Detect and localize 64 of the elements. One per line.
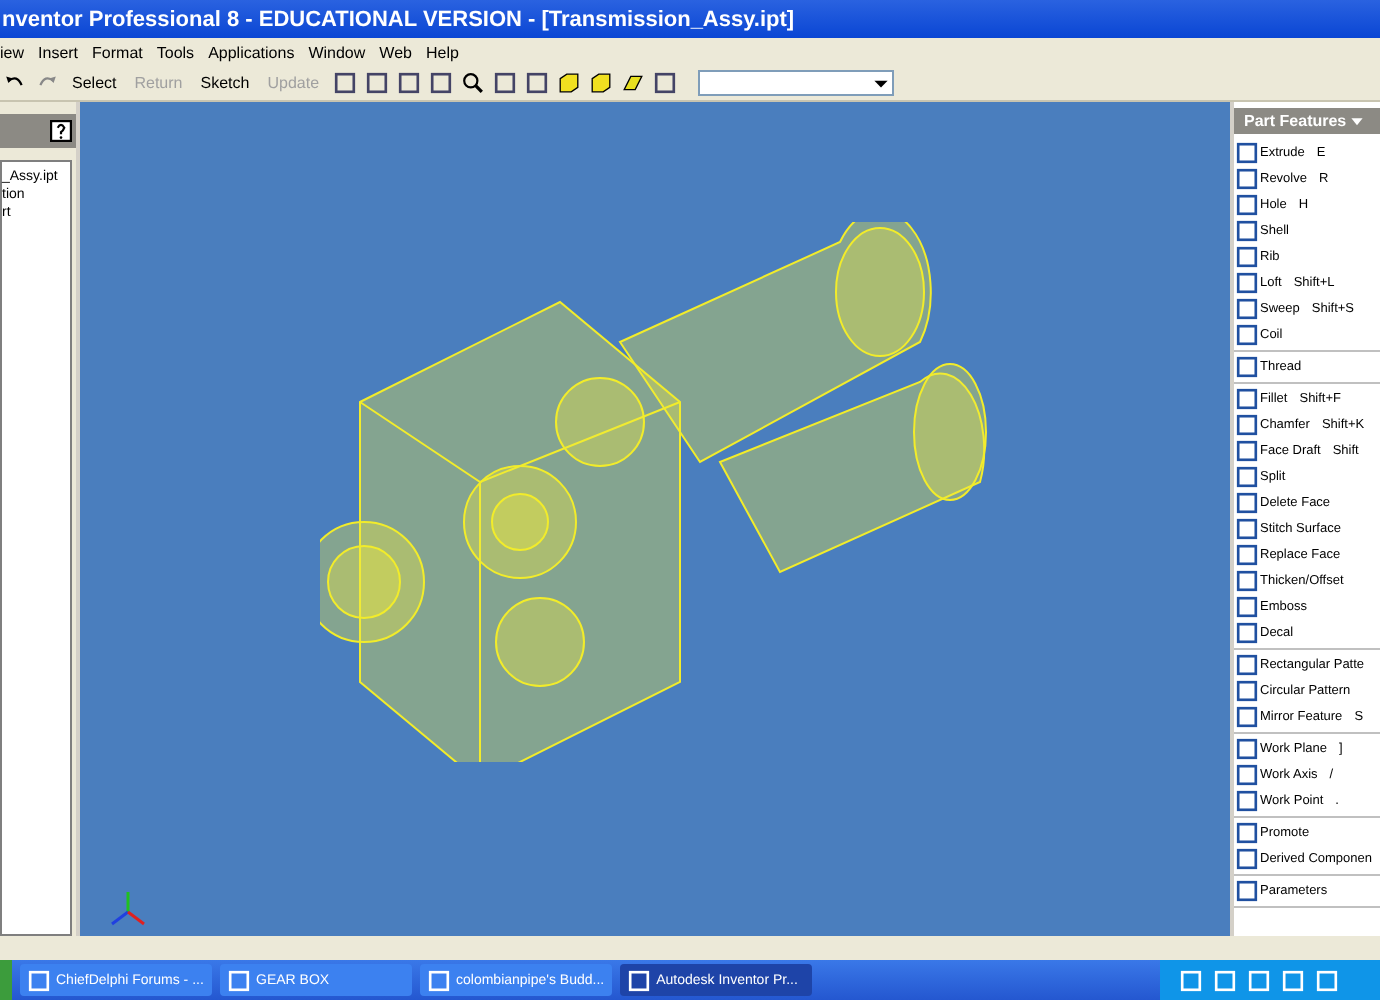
axis-triad-icon xyxy=(108,888,148,928)
menu-item[interactable]: Applications xyxy=(208,43,295,61)
feature-icon xyxy=(1236,168,1258,190)
tool-icon xyxy=(333,72,356,94)
feature-icon xyxy=(1236,356,1258,378)
toolbar-button[interactable]: Select xyxy=(68,74,121,92)
feature-icon xyxy=(1236,466,1258,488)
tray-icon xyxy=(1282,969,1304,991)
tool-icon xyxy=(493,72,516,94)
feature-icon xyxy=(1236,790,1258,812)
cube-icon[interactable] xyxy=(589,72,612,94)
feature-icon xyxy=(1236,492,1258,514)
menu-item[interactable]: Format xyxy=(92,43,143,61)
start-button[interactable] xyxy=(0,960,12,1000)
feature-icon xyxy=(1236,440,1258,462)
tray-icon xyxy=(1180,969,1202,991)
tool-icon xyxy=(365,72,388,94)
caret-icon xyxy=(1350,114,1365,128)
cube-icon[interactable] xyxy=(557,72,580,94)
menu-item[interactable]: Web xyxy=(379,43,412,61)
feature-icon xyxy=(1236,596,1258,618)
feature-icon xyxy=(1236,848,1258,870)
feature-icon xyxy=(1236,706,1258,728)
feature-icon xyxy=(1236,324,1258,346)
tool-icon xyxy=(525,72,548,94)
zoom-icon[interactable] xyxy=(461,72,484,94)
menu-item[interactable]: Help xyxy=(425,43,459,61)
feature-icon xyxy=(1236,298,1258,320)
feature-icon xyxy=(1236,680,1258,702)
feature-icon xyxy=(1236,142,1258,164)
feature-icon xyxy=(1236,622,1258,644)
feature-icon xyxy=(1236,822,1258,844)
feature-icon xyxy=(1236,414,1258,436)
feature-icon xyxy=(1236,764,1258,786)
window-icon xyxy=(628,969,651,991)
feature-icon xyxy=(1236,272,1258,294)
window-icon xyxy=(228,969,250,991)
menu-item[interactable]: Tools xyxy=(156,43,195,61)
tool-icon xyxy=(653,72,676,94)
feature-icon xyxy=(1236,220,1258,242)
dropdown-field[interactable] xyxy=(697,70,894,96)
feature-icon xyxy=(1236,194,1258,216)
menu-item[interactable]: iew xyxy=(0,43,25,61)
tool-icon xyxy=(397,72,420,94)
feature-icon xyxy=(1236,570,1258,592)
tray-icon xyxy=(1316,969,1338,991)
feature-icon xyxy=(1236,880,1258,902)
tray-icon xyxy=(1248,969,1270,991)
feature-icon xyxy=(1236,388,1258,410)
menu-item[interactable]: Window xyxy=(308,43,366,61)
plane-icon[interactable] xyxy=(621,72,644,94)
feature-icon xyxy=(1236,246,1258,268)
tray-icon xyxy=(1214,969,1236,991)
window-icon xyxy=(28,969,50,991)
menu-item[interactable]: Insert xyxy=(38,43,79,61)
window-icon xyxy=(428,969,450,991)
feature-icon xyxy=(1236,518,1258,540)
tool-icon xyxy=(429,72,452,94)
help-icon[interactable] xyxy=(50,120,72,142)
feature-icon xyxy=(1236,654,1258,676)
feature-icon xyxy=(1236,738,1258,760)
window-title: nventor Professional 8 - EDUCATIONAL VERSION - [Transmission_Assy.ipt] xyxy=(0,0,1380,38)
toolbar-button[interactable]: Sketch xyxy=(196,74,254,92)
feature-icon xyxy=(1236,544,1258,566)
